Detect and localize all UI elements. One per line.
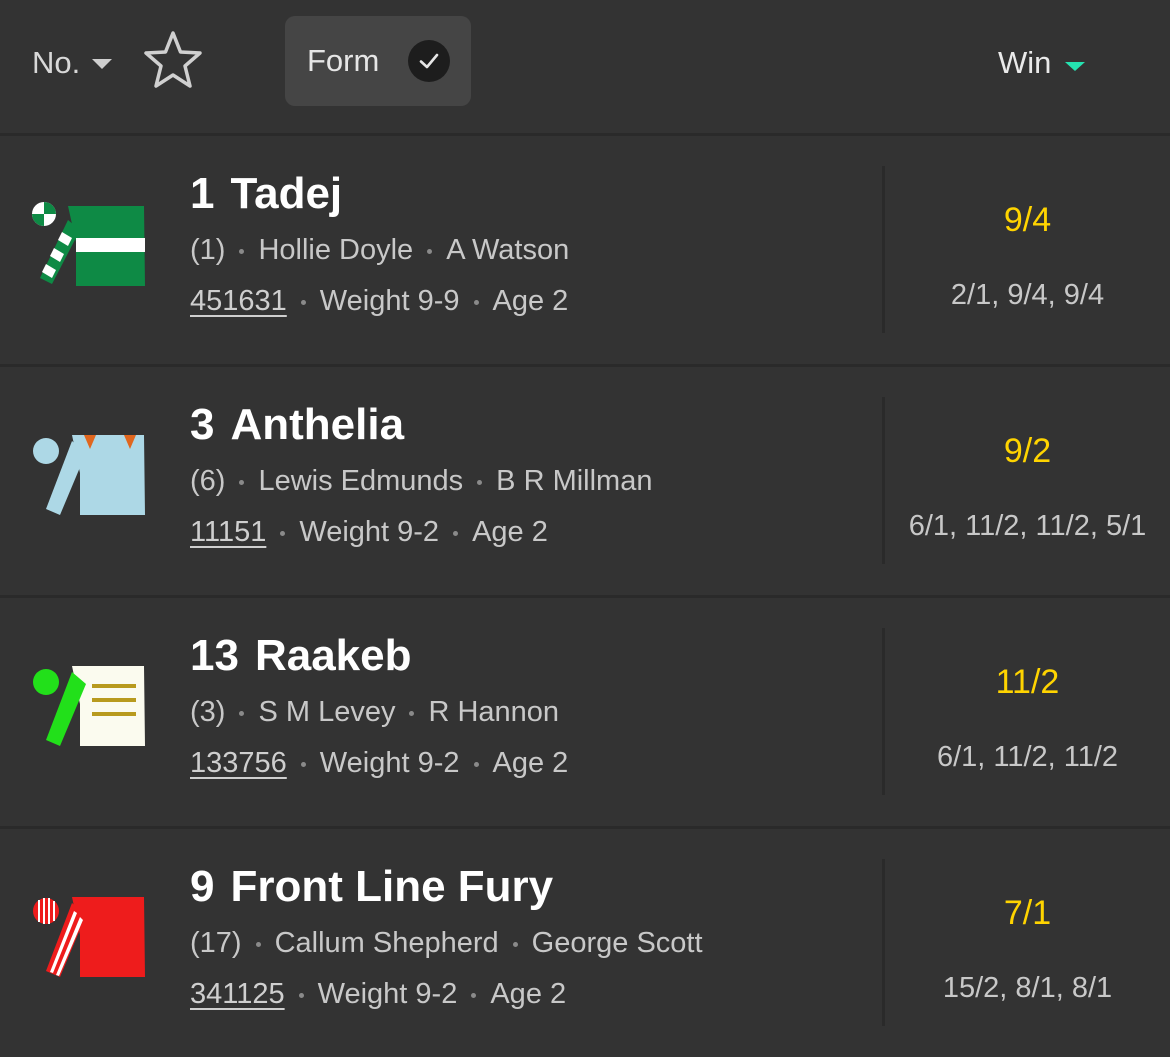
draw: (17)	[190, 927, 242, 959]
runner-connections: (1) Hollie Doyle A Watson	[190, 230, 569, 270]
separator-dot	[280, 530, 286, 536]
jockey-name: Lewis Edmunds	[258, 465, 464, 497]
runner-details: 341125 Weight 9-2 Age 2	[190, 974, 703, 1014]
runner-info: 13 Raakeb (3) S M Levey R Hannon 133756 Weig…	[190, 628, 568, 783]
draw: (3)	[190, 696, 226, 728]
sort-by-number-button[interactable]: No.	[32, 38, 113, 88]
trainer-name: A Watson	[446, 234, 570, 266]
runner-row[interactable]: 9 Front Line Fury (17) Callum Shepherd Geor…	[0, 829, 1170, 1057]
odds-cell: 9/2 6/1, 11/2, 11/2, 5/1	[885, 429, 1170, 546]
form-figures-link[interactable]: 341125	[190, 978, 285, 1010]
odds-history: 6/1, 11/2, 11/2, 5/1	[908, 510, 1147, 542]
form-figures-link[interactable]: 11151	[190, 516, 266, 548]
runner-number: 1	[190, 169, 215, 218]
age: Age 2	[472, 516, 548, 548]
runner-details: 11151 Weight 9-2 Age 2	[190, 512, 652, 552]
odds-cell: 9/4 2/1, 9/4, 9/4	[885, 198, 1170, 315]
draw: (1)	[190, 234, 226, 266]
horse-name: Front Line Fury	[230, 862, 554, 911]
runner-connections: (3) S M Levey R Hannon	[190, 692, 568, 732]
separator-dot	[427, 248, 433, 254]
form-toggle-button[interactable]: Form	[285, 16, 471, 106]
jockey-name: Callum Shepherd	[274, 927, 499, 959]
weight: Weight 9-2	[317, 978, 458, 1010]
runner-row[interactable]: 1 Tadej (1) Hollie Doyle A Watson 451631 Wei…	[0, 136, 1170, 367]
weight: Weight 9-2	[319, 747, 460, 779]
sort-by-win-button[interactable]: Win	[998, 38, 1086, 88]
jockey-silk-icon	[33, 897, 145, 977]
separator-dot	[473, 761, 479, 767]
win-odds-button[interactable]: 11/2	[885, 660, 1170, 704]
win-label: Win	[998, 45, 1052, 80]
jockey-silk-icon	[33, 666, 145, 746]
horse-name: Tadej	[230, 169, 343, 218]
age: Age 2	[492, 285, 569, 317]
trainer-name: George Scott	[531, 927, 703, 959]
runner-title[interactable]: 9 Front Line Fury	[190, 859, 703, 915]
jockey-silk-icon	[33, 435, 145, 515]
star-icon[interactable]	[140, 28, 206, 94]
runner-connections: (6) Lewis Edmunds B R Millman	[190, 461, 652, 501]
jockey-silk-icon	[32, 202, 145, 286]
odds-history: 6/1, 11/2, 11/2	[936, 741, 1119, 773]
runner-info: 1 Tadej (1) Hollie Doyle A Watson 451631 Wei…	[190, 166, 569, 321]
separator-dot	[512, 941, 518, 947]
sort-no-label: No.	[32, 45, 81, 80]
horse-name: Anthelia	[230, 400, 405, 449]
jockey-name: S M Levey	[258, 696, 396, 728]
runner-info: 3 Anthelia (6) Lewis Edmunds B R Millman 11…	[190, 397, 652, 552]
runner-number: 3	[190, 400, 215, 449]
odds-cell: 11/2 6/1, 11/2, 11/2	[885, 660, 1170, 777]
weight: Weight 9-2	[299, 516, 440, 548]
runner-title[interactable]: 3 Anthelia	[190, 397, 652, 453]
separator-dot	[477, 479, 483, 485]
win-odds-button[interactable]: 9/4	[885, 198, 1170, 242]
separator-dot	[239, 248, 245, 254]
jockey-name: Hollie Doyle	[258, 234, 414, 266]
odds-history: 2/1, 9/4, 9/4	[950, 279, 1105, 311]
form-toggle-label: Form	[307, 43, 380, 78]
runner-number: 13	[190, 631, 239, 680]
separator-dot	[255, 941, 261, 947]
draw: (6)	[190, 465, 226, 497]
runner-details: 451631 Weight 9-9 Age 2	[190, 281, 569, 321]
runner-number: 9	[190, 862, 215, 911]
separator-dot	[298, 992, 304, 998]
runner-title[interactable]: 13 Raakeb	[190, 628, 568, 684]
separator-dot	[300, 761, 306, 767]
separator-dot	[409, 710, 415, 716]
runner-row[interactable]: 3 Anthelia (6) Lewis Edmunds B R Millman 11…	[0, 367, 1170, 598]
age: Age 2	[492, 747, 569, 779]
age: Age 2	[490, 978, 567, 1010]
chevron-down-icon	[92, 59, 113, 69]
win-odds-button[interactable]: 9/2	[885, 429, 1170, 473]
win-odds-button[interactable]: 7/1	[885, 891, 1170, 935]
separator-dot	[239, 710, 245, 716]
form-figures-link[interactable]: 133756	[190, 747, 287, 779]
odds-cell: 7/1 15/2, 8/1, 8/1	[885, 891, 1170, 1008]
runner-info: 9 Front Line Fury (17) Callum Shepherd Geor…	[190, 859, 703, 1014]
runner-details: 133756 Weight 9-2 Age 2	[190, 743, 568, 783]
chevron-down-icon	[1065, 61, 1086, 71]
trainer-name: R Hannon	[428, 696, 560, 728]
separator-dot	[473, 299, 479, 305]
separator-dot	[453, 530, 459, 536]
odds-history: 15/2, 8/1, 8/1	[942, 972, 1113, 1004]
runner-row[interactable]: 13 Raakeb (3) S M Levey R Hannon 133756 Weig…	[0, 598, 1170, 829]
check-icon	[408, 40, 450, 82]
separator-dot	[300, 299, 306, 305]
separator-dot	[239, 479, 245, 485]
runner-title[interactable]: 1 Tadej	[190, 166, 569, 222]
horse-name: Raakeb	[254, 631, 412, 680]
racecard-header: No. Form Win	[0, 0, 1170, 136]
runner-connections: (17) Callum Shepherd George Scott	[190, 923, 703, 963]
weight: Weight 9-9	[319, 285, 460, 317]
separator-dot	[471, 992, 477, 998]
form-figures-link[interactable]: 451631	[190, 285, 287, 317]
trainer-name: B R Millman	[496, 465, 653, 497]
